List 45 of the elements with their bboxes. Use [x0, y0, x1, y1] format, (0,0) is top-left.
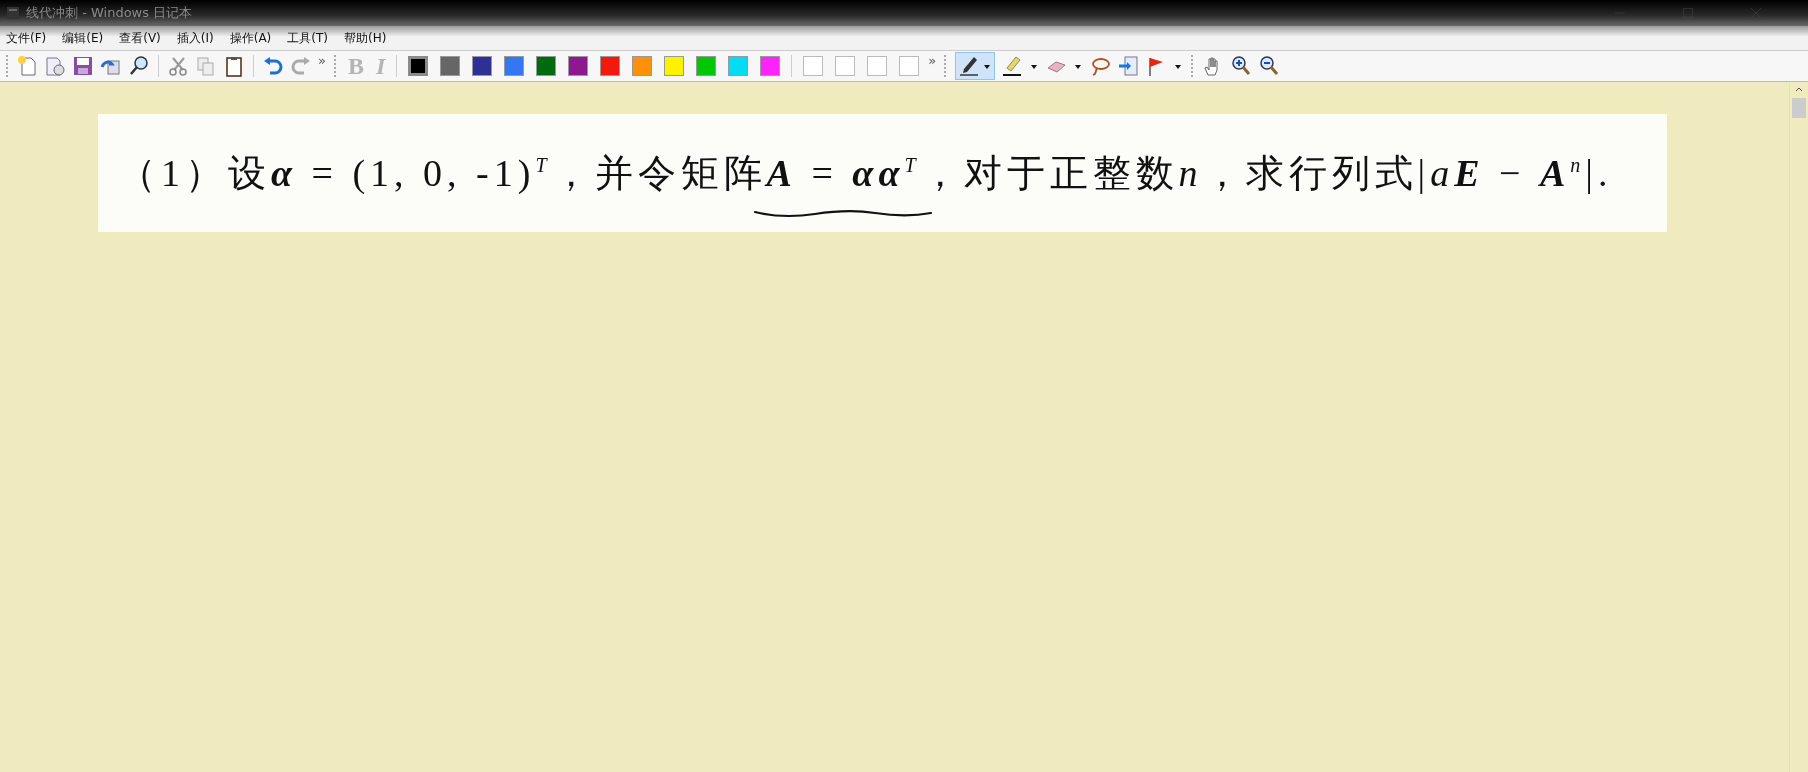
pen-button[interactable] [955, 52, 996, 80]
menu-item[interactable]: 工具(T) [287, 29, 328, 47]
zoom-in-icon[interactable] [1230, 55, 1253, 77]
question-text: （1）设α = (1, 0, -1)$^{T}$，并令矩阵A = αα$^{T}$，对于正整数n，求行列式|aE − A$^{n}$|. [118, 150, 1613, 196]
color-swatch[interactable] [632, 56, 653, 76]
new-page-icon[interactable] [16, 55, 38, 77]
color-swatch[interactable] [835, 56, 856, 76]
menu-item[interactable]: 查看(V) [119, 29, 161, 47]
color-swatch[interactable] [728, 56, 749, 76]
lasso-icon[interactable] [1089, 55, 1112, 77]
color-swatch[interactable] [536, 56, 557, 76]
undo-icon[interactable] [262, 55, 284, 77]
menu-item[interactable]: 操作(A) [229, 29, 272, 47]
color-swatch[interactable] [899, 56, 920, 76]
color-swatch[interactable] [568, 56, 589, 76]
cut-icon[interactable] [167, 55, 189, 77]
color-swatch[interactable] [664, 56, 685, 76]
insert-space-icon[interactable] [1117, 55, 1140, 77]
save-icon[interactable] [72, 55, 94, 77]
highlighter-icon[interactable] [1001, 55, 1024, 77]
color-swatch[interactable] [867, 56, 888, 76]
overflow-chevron[interactable]: » [318, 53, 326, 68]
color-swatch[interactable] [408, 56, 429, 76]
color-swatch[interactable] [696, 56, 717, 76]
menu-item[interactable]: 帮助(H) [344, 29, 387, 47]
color-swatch[interactable] [760, 56, 781, 76]
paste-icon[interactable] [223, 55, 245, 77]
redo-icon[interactable] [290, 55, 312, 77]
app-icon [6, 6, 20, 20]
window-title: 线代冲刺 - Windows 日记本 [26, 4, 193, 22]
color-swatch[interactable] [504, 56, 525, 76]
zoom-out-icon[interactable] [1258, 55, 1281, 77]
color-swatch[interactable] [440, 56, 461, 76]
color-swatch[interactable] [600, 56, 621, 76]
menu-item[interactable]: 文件(F) [6, 29, 47, 47]
scrollbar[interactable] [1789, 82, 1808, 772]
scroll-thumb[interactable] [1792, 98, 1806, 118]
search-icon[interactable] [128, 55, 150, 77]
overflow-chevron[interactable]: » [928, 53, 937, 68]
menu-item[interactable]: 编辑(E) [62, 29, 104, 47]
page-clock-icon[interactable] [44, 55, 66, 77]
color-swatch[interactable] [472, 56, 493, 76]
pen-icon [958, 55, 981, 77]
color-swatch[interactable] [803, 56, 824, 76]
menu-item[interactable]: 插入(I) [176, 29, 214, 47]
